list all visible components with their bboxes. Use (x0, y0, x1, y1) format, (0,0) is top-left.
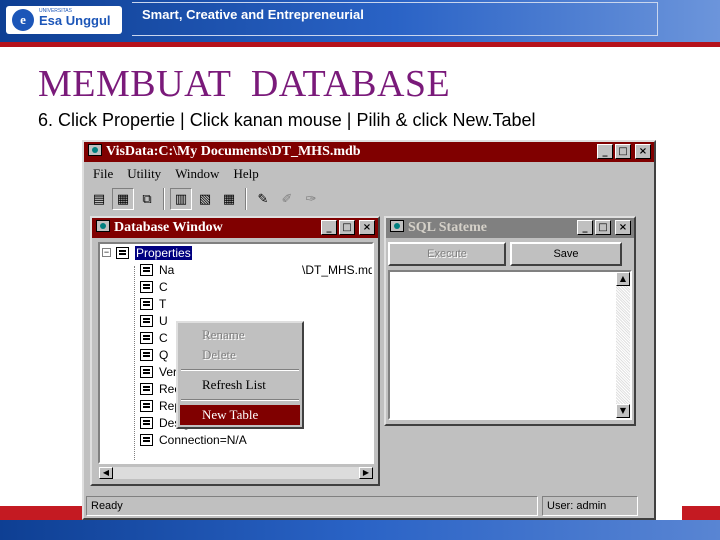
menu-item-refresh-list[interactable]: Refresh List (180, 375, 300, 395)
menu-file[interactable]: File (86, 164, 120, 184)
tree-item[interactable]: Na (140, 262, 174, 278)
status-user: User: admin (542, 496, 638, 516)
minimize-button[interactable]: _ (597, 144, 613, 159)
data-control-icon[interactable]: ▥ (170, 188, 192, 210)
db-maximize-button[interactable]: □ (339, 220, 355, 235)
property-icon (140, 281, 153, 293)
dynaset-icon[interactable]: ▦ (112, 188, 134, 210)
menu-separator (181, 399, 299, 401)
tree-root-label: Properties (135, 246, 192, 260)
scroll-down-icon[interactable]: ▼ (616, 404, 630, 418)
property-icon (140, 298, 153, 310)
footer-gap (656, 506, 682, 520)
visdata-window: VisData:C:\My Documents\DT_MHS.mdb _ □ ×… (82, 140, 656, 520)
close-button[interactable]: × (635, 144, 651, 159)
menu-item-delete[interactable]: Delete (180, 345, 300, 365)
sql-window-title: SQL Stateme (408, 220, 487, 235)
mdi-client-area: Database Window _ □ × − Properties Na C (86, 214, 652, 494)
property-icon (140, 332, 153, 344)
scroll-left-icon[interactable]: ◀ (99, 467, 113, 479)
database-path-text: \DT_MHS.md (302, 263, 374, 277)
grid-icon[interactable]: ▦ (218, 188, 240, 210)
database-window-title: Database Window (114, 220, 223, 235)
visdata-icon (88, 144, 102, 156)
property-icon (140, 400, 153, 412)
header-red-line (0, 42, 720, 47)
sql-icon (390, 220, 404, 232)
logo-mark-icon: e (12, 9, 34, 31)
db-close-button[interactable]: × (359, 220, 375, 235)
tagline: Smart, Creative and Entrepreneurial (142, 7, 364, 22)
db-minimize-button[interactable]: _ (321, 220, 337, 235)
menu-item-new-table[interactable]: New Table (180, 405, 300, 425)
commit-icon[interactable]: ✐ (276, 188, 298, 210)
property-icon (140, 383, 153, 395)
database-window-titlebar[interactable]: Database Window _ □ × (92, 218, 378, 238)
menu-separator (181, 369, 299, 371)
slide-subtitle: 6. Click Propertie | Click kanan mouse |… (38, 110, 536, 130)
horizontal-scrollbar[interactable]: ◀ ▶ (98, 466, 374, 480)
property-icon (140, 264, 153, 276)
tree-item[interactable]: C (140, 279, 168, 295)
tree-item[interactable]: U (140, 313, 168, 329)
status-bar: Ready User: admin (86, 496, 652, 516)
property-icon (140, 417, 153, 429)
tree-connector-line (134, 266, 135, 460)
sql-maximize-button[interactable]: □ (595, 220, 611, 235)
app-titlebar[interactable]: VisData:C:\My Documents\DT_MHS.mdb _ □ × (84, 142, 654, 162)
save-button[interactable]: Save (510, 242, 622, 266)
slide: e UNIVERSITAS Esa Unggul Smart, Creative… (0, 0, 720, 540)
footer-blue-bar (0, 520, 720, 540)
property-icon (140, 366, 153, 378)
tree-item[interactable]: Q (140, 347, 168, 363)
rollback-icon[interactable]: ✑ (300, 188, 322, 210)
snapshot-icon[interactable]: ⧉ (136, 188, 158, 210)
menu-item-rename[interactable]: Rename (180, 325, 300, 345)
app-title: VisData:C:\My Documents\DT_MHS.mdb (106, 144, 361, 159)
menu-utility[interactable]: Utility (120, 164, 168, 184)
begin-transaction-icon[interactable]: ✎ (252, 188, 274, 210)
property-icon (140, 315, 153, 327)
tree-root-properties[interactable]: Properties (116, 245, 192, 261)
vertical-scrollbar[interactable]: ▲ ▼ (616, 272, 630, 418)
menu-window[interactable]: Window (168, 164, 226, 184)
property-icon (140, 434, 153, 446)
menu-help[interactable]: Help (226, 164, 265, 184)
tree-item[interactable]: Connection=N/A (140, 432, 247, 448)
toolbar: ▤ ▦ ⧉ ▥ ▧ ▦ ✎ ✐ ✑ (88, 186, 322, 212)
database-window-icon (96, 220, 110, 232)
sql-statement-window: SQL Stateme _ □ × Execute Save ▲ ▼ (384, 216, 636, 426)
sql-text-area[interactable]: ▲ ▼ (388, 270, 632, 420)
dbgrid-icon[interactable]: ▧ (194, 188, 216, 210)
toolbar-separator (245, 188, 247, 210)
properties-icon (116, 247, 129, 259)
maximize-button[interactable]: □ (615, 144, 631, 159)
toolbar-separator (163, 188, 165, 210)
execute-button[interactable]: Execute (388, 242, 506, 266)
menu-bar: File Utility Window Help (86, 164, 266, 184)
tree-item[interactable]: T (140, 296, 166, 312)
logo-name: Esa Unggul (39, 13, 111, 28)
tree-item[interactable]: C (140, 330, 168, 346)
scroll-right-icon[interactable]: ▶ (359, 467, 373, 479)
sql-minimize-button[interactable]: _ (577, 220, 593, 235)
sql-close-button[interactable]: × (615, 220, 631, 235)
table-icon[interactable]: ▤ (88, 188, 110, 210)
scroll-up-icon[interactable]: ▲ (616, 272, 630, 286)
context-menu: Rename Delete Refresh List New Table (176, 321, 304, 429)
property-icon (140, 349, 153, 361)
collapse-icon[interactable]: − (102, 248, 111, 257)
sql-window-titlebar[interactable]: SQL Stateme _ □ × (386, 218, 634, 238)
slide-title: MEMBUAT DATABASE (38, 63, 451, 105)
status-message: Ready (86, 496, 538, 516)
